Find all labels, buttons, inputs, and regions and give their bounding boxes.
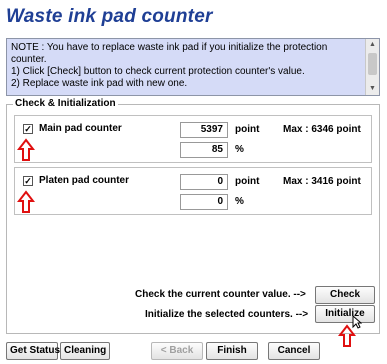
main-pad-percent-unit: % bbox=[235, 144, 244, 155]
platen-pad-label: Platen pad counter bbox=[39, 175, 130, 186]
platen-pad-value: 0 bbox=[180, 174, 228, 190]
main-pad-value: 5397 bbox=[180, 122, 228, 138]
main-pad-checkbox[interactable]: ✓ bbox=[23, 124, 33, 134]
note-scrollbar[interactable]: ▲ ▼ bbox=[365, 39, 379, 95]
platen-pad-unit: point bbox=[235, 176, 260, 187]
platen-pad-percent: 0 bbox=[180, 194, 228, 210]
scroll-up-icon[interactable]: ▲ bbox=[366, 39, 379, 51]
scroll-down-icon[interactable]: ▼ bbox=[366, 83, 379, 95]
note-box: NOTE : You have to replace waste ink pad… bbox=[6, 38, 380, 96]
group-legend: Check & Initialization bbox=[13, 98, 118, 109]
initialize-instruction: Initialize the selected counters. --> bbox=[145, 309, 309, 320]
cancel-button[interactable]: Cancel bbox=[268, 342, 320, 360]
scroll-thumb[interactable] bbox=[368, 53, 377, 75]
main-pad-label: Main pad counter bbox=[39, 123, 122, 134]
initialize-button[interactable]: Initialize bbox=[315, 305, 375, 323]
finish-button[interactable]: Finish bbox=[206, 342, 258, 360]
back-button[interactable]: < Back bbox=[151, 342, 203, 360]
note-line: 2) Replace waste ink pad with new one. bbox=[11, 78, 188, 89]
cleaning-button[interactable]: Cleaning bbox=[60, 342, 110, 360]
note-line: 1) Click [Check] button to check current… bbox=[11, 66, 305, 77]
check-button[interactable]: Check bbox=[315, 286, 375, 304]
annotation-arrow-icon bbox=[17, 138, 35, 161]
platen-pad-panel: ✓ Platen pad counter 0 point Max : 3416 … bbox=[14, 167, 372, 215]
platen-pad-percent-unit: % bbox=[235, 196, 244, 207]
check-instruction: Check the current counter value. --> bbox=[135, 289, 306, 300]
check-init-group: Check & Initialization ✓ Main pad counte… bbox=[6, 98, 380, 334]
annotation-arrow-icon bbox=[17, 190, 35, 213]
platen-pad-checkbox[interactable]: ✓ bbox=[23, 176, 33, 186]
platen-pad-max: Max : 3416 point bbox=[283, 176, 361, 187]
main-pad-unit: point bbox=[235, 124, 260, 135]
main-pad-max: Max : 6346 point bbox=[283, 124, 361, 135]
main-pad-panel: ✓ Main pad counter 5397 point Max : 6346… bbox=[14, 115, 372, 163]
main-pad-percent: 85 bbox=[180, 142, 228, 158]
get-status-button[interactable]: Get Status bbox=[6, 342, 60, 360]
note-line: counter. bbox=[11, 54, 47, 65]
note-line: NOTE : You have to replace waste ink pad… bbox=[11, 42, 328, 53]
page-title: Waste ink pad counter bbox=[6, 6, 213, 27]
annotation-arrow-icon bbox=[338, 324, 356, 347]
